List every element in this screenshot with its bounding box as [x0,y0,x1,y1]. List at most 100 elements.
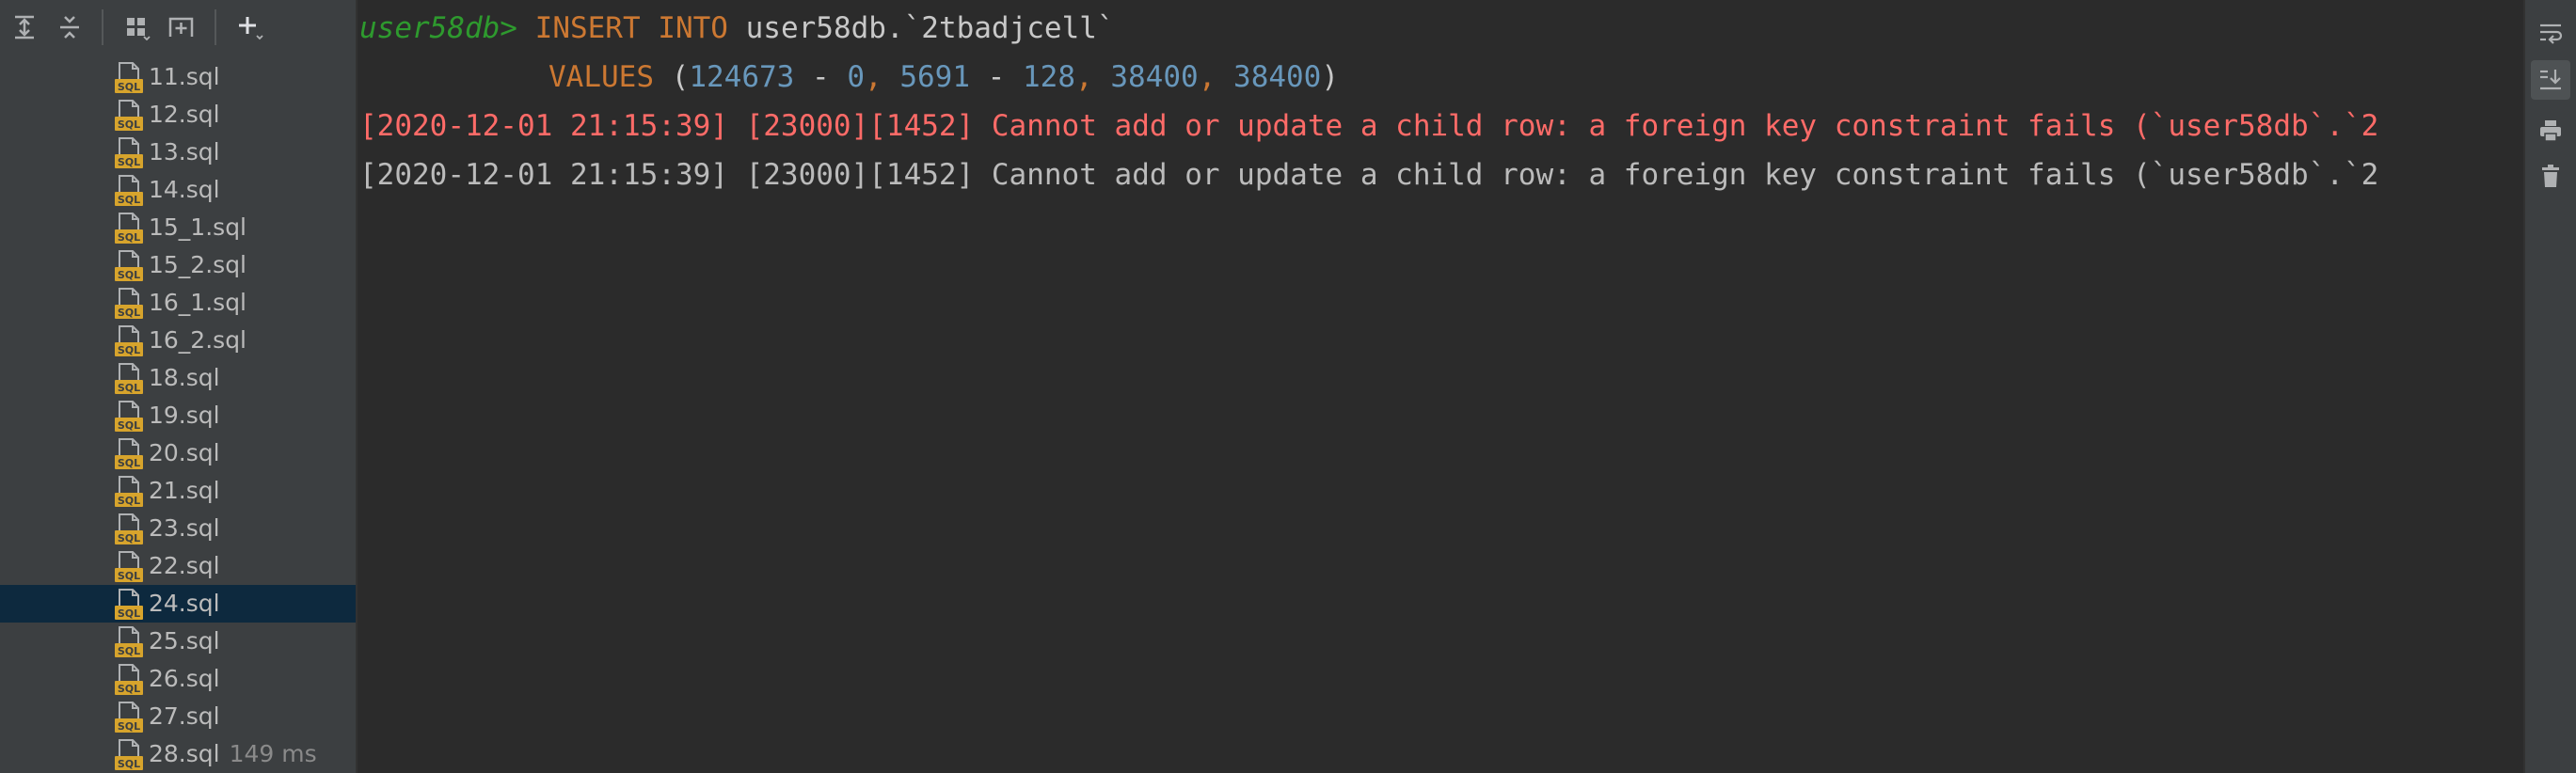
file-name: 20.sql [149,440,220,466]
execution-time: 149 ms [229,740,317,767]
sql-file-icon: SQL [115,363,143,395]
file-name: 14.sql [149,177,220,203]
error-message: [2020-12-01 21:15:39] [23000][1452] Cann… [359,109,2379,143]
comma-1: , [865,60,883,94]
svg-text:SQL: SQL [118,231,140,244]
svg-text:SQL: SQL [118,532,140,544]
print-icon [2540,120,2561,142]
file-name-text: 19.sql [149,402,220,429]
file-name: 26.sql [149,666,220,692]
services-toolbar [0,0,356,55]
collapse-all-icon [60,16,79,39]
file-tree-item[interactable]: SQL 25.sql [0,623,356,660]
svg-text:SQL: SQL [118,495,140,507]
sql-file-icon: SQL [115,589,143,621]
file-name-text: 26.sql [149,665,220,692]
soft-wrap-button[interactable] [2531,13,2570,53]
sql-file-icon: SQL [115,739,143,771]
values-keyword: VALUES [549,60,654,94]
file-tree-item[interactable]: SQL 14.sql [0,171,356,209]
file-name: 16_1.sql [149,290,246,316]
file-tree: SQL 11.sql SQL 12.sql SQL 13.sql SQL 14.sql SQL 1… [0,58,356,773]
file-tree-item[interactable]: SQL 28.sql 149 ms [0,735,356,773]
file-name-text: 16_1.sql [149,289,247,316]
file-name: 22.sql [149,553,220,579]
sql-file-icon: SQL [115,438,143,470]
sql-file-icon: SQL [115,175,143,207]
file-tree-item[interactable]: SQL 27.sql [0,698,356,735]
file-name-text: 15_2.sql [149,251,247,278]
file-tree-item[interactable]: SQL 21.sql [0,472,356,510]
print-button[interactable] [2531,111,2570,150]
file-name: 28.sql 149 ms [149,741,317,767]
file-name-text: 20.sql [149,439,220,466]
svg-text:SQL: SQL [118,307,140,319]
services-panel: SQL 11.sql SQL 12.sql SQL 13.sql SQL 14.sql SQL 1… [0,0,358,773]
sql-file-icon: SQL [115,62,143,94]
console-side-toolbar [2523,0,2576,773]
svg-text:SQL: SQL [118,683,140,695]
insert-keyword: INSERT INTO [534,11,728,45]
group-by-button[interactable] [117,7,158,48]
toolbar-separator [102,9,103,45]
file-tree-item[interactable]: SQL 18.sql [0,359,356,397]
file-tree-item[interactable]: SQL 19.sql [0,397,356,434]
svg-text:SQL: SQL [118,156,140,168]
svg-text:SQL: SQL [118,269,140,281]
comma-2: , [1075,60,1093,94]
value-5: 38400 [1110,60,1199,94]
add-icon [239,17,263,40]
sql-file-icon: SQL [115,325,143,357]
file-name: 27.sql [149,703,220,730]
file-tree-item[interactable]: SQL 26.sql [0,660,356,698]
add-service-button[interactable] [230,7,271,48]
sql-file-icon: SQL [115,664,143,696]
file-name: 19.sql [149,402,220,429]
file-name-text: 27.sql [149,702,220,730]
file-name: 24.sql [149,591,220,617]
file-tree-item[interactable]: SQL 16_2.sql [0,322,356,359]
file-tree-item[interactable]: SQL 24.sql [0,585,356,623]
sql-file-icon: SQL [115,626,143,658]
file-tree-item[interactable]: SQL 15_1.sql [0,209,356,246]
comma-3: , [1198,60,1216,94]
file-tree-item[interactable]: SQL 20.sql [0,434,356,472]
file-name: 16_2.sql [149,327,246,354]
svg-text:SQL: SQL [118,758,140,770]
group-icon [127,18,151,40]
file-name: 21.sql [149,478,220,504]
file-name-text: 14.sql [149,176,220,203]
console-prompt: user58db> [359,11,517,45]
log-message: [2020-12-01 21:15:39] [23000][1452] Cann… [359,158,2379,192]
sql-file-icon: SQL [115,551,143,583]
collapse-all-button[interactable] [49,7,90,48]
file-name-text: 18.sql [149,364,220,391]
file-name-text: 16_2.sql [149,326,247,354]
file-tree-item[interactable]: SQL 13.sql [0,134,356,171]
statement-line-2: VALUES (124673 - 0, 5691 - 128, 38400, 3… [549,56,1339,98]
value-2: 0 [847,60,865,94]
toolbar-separator [215,9,216,45]
expand-all-button[interactable] [4,7,45,48]
clear-all-button[interactable] [2531,156,2570,196]
console-output[interactable]: user58db> INSERT INTO user58db.`2tbadjce… [358,0,2523,773]
scroll-to-end-button[interactable] [2531,60,2570,100]
file-tree-item[interactable]: SQL 23.sql [0,510,356,547]
file-tree-item[interactable]: SQL 11.sql [0,58,356,96]
file-name-text: 24.sql [149,590,220,617]
file-tree-item[interactable]: SQL 15_2.sql [0,246,356,284]
clear-all-icon [2542,165,2559,187]
svg-text:SQL: SQL [118,645,140,657]
file-tree-item[interactable]: SQL 22.sql [0,547,356,585]
file-name-text: 25.sql [149,627,220,655]
file-name: 11.sql [149,64,220,90]
file-tree-item[interactable]: SQL 16_1.sql [0,284,356,322]
file-tree-item[interactable]: SQL 12.sql [0,96,356,134]
file-name-text: 23.sql [149,514,220,542]
svg-text:SQL: SQL [118,118,140,131]
operator-1: - [811,60,830,94]
value-3: 5691 [899,60,970,94]
value-4: 128 [1023,60,1076,94]
new-tab-button[interactable] [162,7,203,48]
file-name: 15_2.sql [149,252,246,278]
